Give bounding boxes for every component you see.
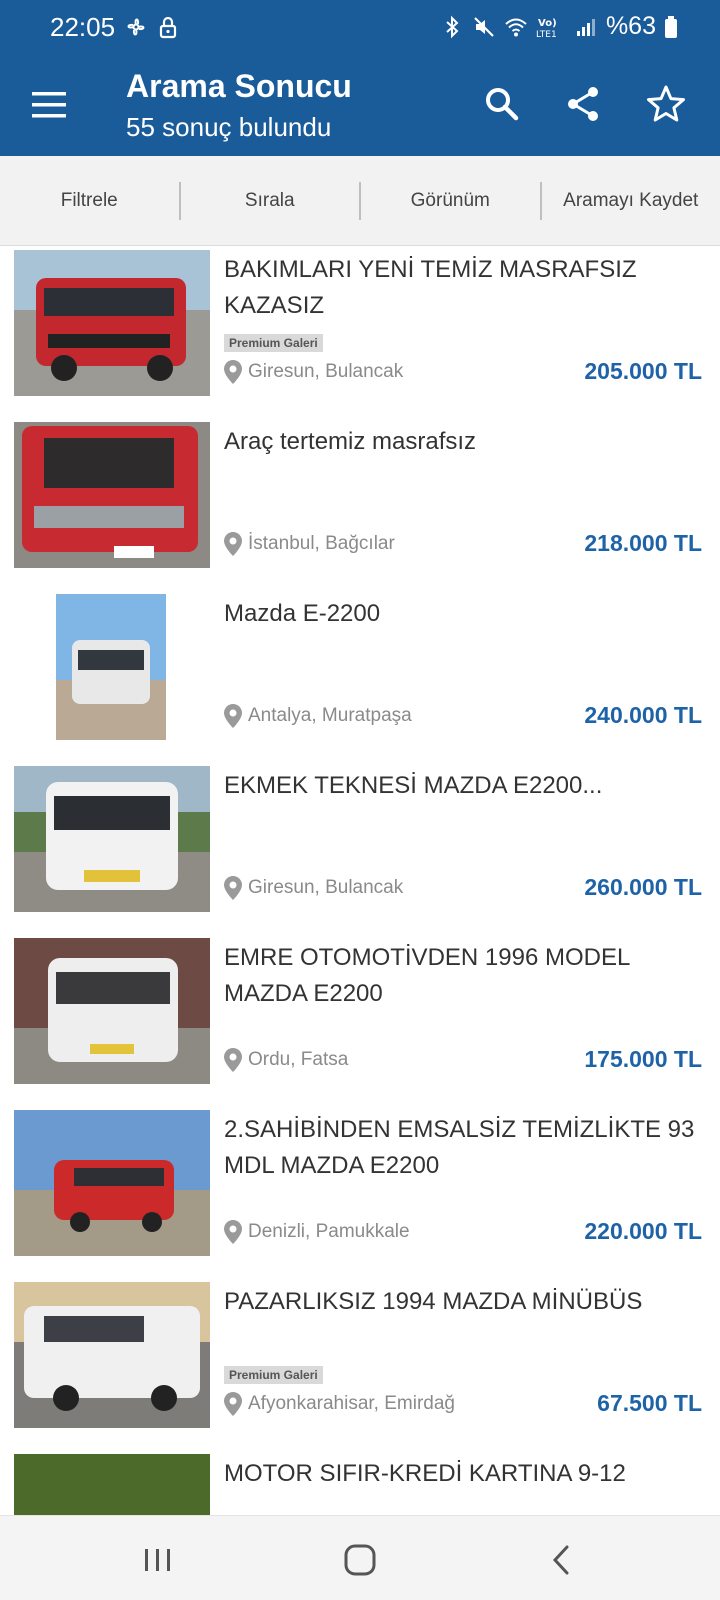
- location-pin-icon: [224, 360, 242, 384]
- battery-percent: %63: [605, 12, 656, 40]
- location-text: Afyonkarahisar, Emirdağ: [248, 1393, 455, 1414]
- listing-photo[interactable]: [14, 1282, 210, 1428]
- location-text: Giresun, Bulancak: [248, 361, 404, 382]
- svg-text:Vo): Vo): [538, 18, 557, 29]
- listing-photo[interactable]: [14, 1454, 210, 1515]
- listing-photo[interactable]: [14, 250, 210, 396]
- result-count: 55 sonuç bulundu: [126, 112, 332, 142]
- wifi-icon: [505, 18, 527, 36]
- listing-row[interactable]: EMRE OTOMOTİVDEN 1996 MODEL MAZDA E2200 …: [0, 926, 720, 1102]
- listing-location: Antalya, Muratpaşa: [224, 704, 412, 728]
- location-text: Denizli, Pamukkale: [248, 1221, 410, 1242]
- location-text: Giresun, Bulancak: [248, 877, 404, 898]
- app-bar: Arama Sonucu 55 sonuç bulundu: [0, 58, 720, 156]
- location-pin-icon: [224, 704, 242, 728]
- listing-photo[interactable]: [14, 938, 210, 1084]
- listing-location: Giresun, Bulancak: [224, 876, 403, 900]
- battery-icon: [665, 15, 677, 38]
- listing-price: 175.000 TL: [584, 1046, 702, 1072]
- listing-location: Ordu, Fatsa: [224, 1048, 348, 1072]
- share-icon[interactable]: [564, 84, 604, 124]
- listing-title: MOTOR SIFIR-KREDİ KARTINA 9-12: [224, 1460, 626, 1487]
- sort-button[interactable]: Sırala: [178, 181, 360, 220]
- listing-title: PAZARLIKSIZ 1994 MAZDA MİNÜBÜS: [224, 1288, 643, 1315]
- listing-title: Mazda E-2200: [224, 600, 381, 627]
- listing-list: BAKIMLARI YENİ TEMİZ MASRAFSIZ KAZASIZ P…: [0, 246, 720, 1515]
- listing-title: EKMEK TEKNESİ MAZDA E2200...: [224, 772, 603, 799]
- home-icon[interactable]: [340, 1540, 380, 1580]
- fan-icon: [127, 18, 145, 36]
- listing-photo[interactable]: [14, 594, 210, 740]
- listing-row[interactable]: 2.SAHİBİNDEN EMSALSİZ TEMİZLİKTE 93 MDL …: [0, 1098, 720, 1274]
- listing-row[interactable]: MOTOR SIFIR-KREDİ KARTINA 9-12: [0, 1442, 720, 1515]
- recents-icon[interactable]: [138, 1540, 178, 1580]
- location-text: İstanbul, Bağcılar: [248, 533, 395, 554]
- premium-badge: Premium Galeri: [224, 334, 323, 352]
- listing-photo[interactable]: [14, 766, 210, 912]
- location-pin-icon: [224, 1048, 242, 1072]
- listing-title: EMRE OTOMOTİVDEN 1996 MODEL MAZDA E2200: [224, 944, 630, 1007]
- listing-title: Araç tertemiz masrafsız: [224, 428, 477, 455]
- premium-badge: Premium Galeri: [224, 1366, 323, 1384]
- view-button[interactable]: Görünüm: [359, 181, 540, 220]
- search-icon[interactable]: [482, 84, 522, 124]
- location-text: Antalya, Muratpaşa: [248, 705, 412, 726]
- listing-price: 260.000 TL: [584, 874, 702, 900]
- listing-photo[interactable]: [14, 1110, 210, 1256]
- star-icon[interactable]: [646, 84, 686, 124]
- location-pin-icon: [224, 876, 242, 900]
- location-pin-icon: [224, 1392, 242, 1416]
- listing-title: 2.SAHİBİNDEN EMSALSİZ TEMİZLİKTE 93 MDL …: [224, 1116, 695, 1179]
- listing-location: İstanbul, Bağcılar: [224, 532, 395, 556]
- lock-icon: [159, 16, 177, 39]
- listing-row[interactable]: PAZARLIKSIZ 1994 MAZDA MİNÜBÜS Premium G…: [0, 1270, 720, 1446]
- page-title: Arama Sonucu: [126, 68, 352, 104]
- status-bar: 22:05 Vo) LTE1 %63: [0, 0, 720, 58]
- save-search-button[interactable]: Aramayı Kaydet: [539, 181, 720, 220]
- listing-row[interactable]: BAKIMLARI YENİ TEMİZ MASRAFSIZ KAZASIZ P…: [0, 246, 720, 414]
- listing-price: 218.000 TL: [584, 530, 702, 556]
- location-pin-icon: [224, 1220, 242, 1244]
- menu-icon[interactable]: [30, 88, 68, 122]
- listing-row[interactable]: EKMEK TEKNESİ MAZDA E2200... Giresun, Bu…: [0, 754, 720, 930]
- listing-price: 205.000 TL: [584, 358, 702, 384]
- back-icon[interactable]: [542, 1540, 582, 1580]
- listing-title: BAKIMLARI YENİ TEMİZ MASRAFSIZ KAZASIZ: [224, 256, 637, 319]
- bluetooth-icon: [446, 15, 459, 38]
- listing-location: Afyonkarahisar, Emirdağ: [224, 1392, 455, 1416]
- filter-button[interactable]: Filtrele: [0, 182, 179, 220]
- location-pin-icon: [224, 532, 242, 556]
- svg-text:LTE1: LTE1: [536, 30, 557, 40]
- listing-photo[interactable]: [14, 422, 210, 568]
- signal-icon: [576, 18, 595, 36]
- listing-price: 240.000 TL: [584, 702, 702, 728]
- listing-location: Giresun, Bulancak: [224, 360, 403, 384]
- listing-row[interactable]: Araç tertemiz masrafsız İstanbul, Bağcıl…: [0, 410, 720, 586]
- mute-icon: [474, 16, 494, 37]
- listing-row[interactable]: Mazda E-2200 Antalya, Muratpaşa 240.000 …: [0, 582, 720, 758]
- listing-price: 220.000 TL: [584, 1218, 702, 1244]
- status-time: 22:05: [50, 12, 116, 42]
- volte-icon: Vo)LTE1: [536, 18, 557, 40]
- listing-location: Denizli, Pamukkale: [224, 1220, 410, 1244]
- system-nav-bar: [0, 1515, 720, 1600]
- listing-price: 67.500 TL: [597, 1390, 702, 1416]
- location-text: Ordu, Fatsa: [248, 1049, 349, 1070]
- filter-bar: Filtrele Sırala Görünüm Aramayı Kaydet: [0, 156, 720, 246]
